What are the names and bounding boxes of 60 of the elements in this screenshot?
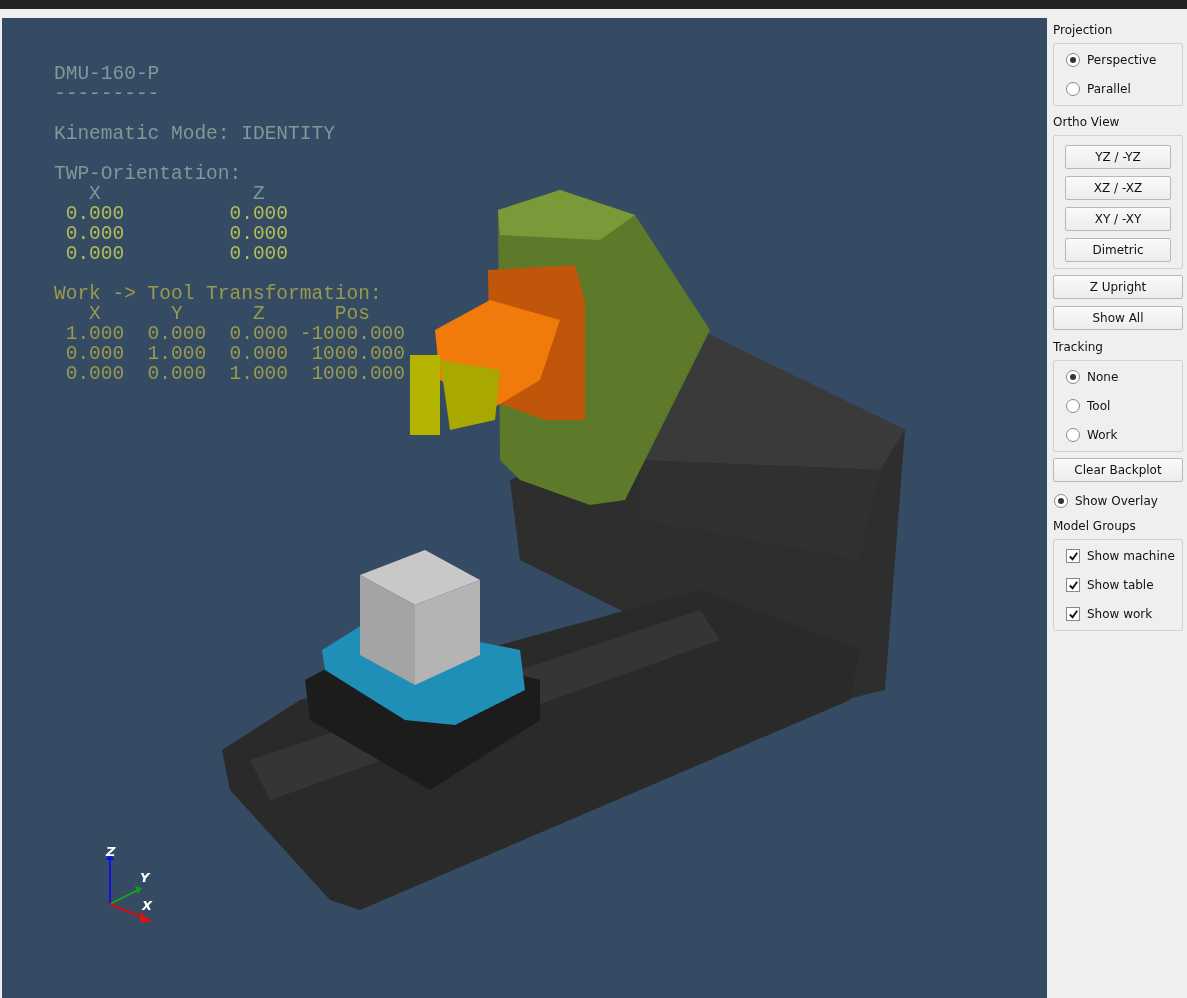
view-button[interactable]: YZ / -YZ [1065, 145, 1171, 169]
matrix-value: 1.000 [64, 324, 125, 344]
radio-icon[interactable] [1066, 370, 1080, 384]
radio-option[interactable]: Parallel [1066, 79, 1182, 99]
group-title: Model Groups [1053, 518, 1137, 535]
matrix-value: 0.000 [228, 224, 288, 244]
section-heading: Work -> Tool Transformation: [54, 284, 382, 304]
column-heading: Y [170, 304, 184, 324]
section-heading: TWP-Orientation: [54, 164, 242, 184]
view-button[interactable]: XY / -XY [1065, 207, 1171, 231]
matrix-value: 1.000 [228, 364, 288, 384]
checkbox-option[interactable]: Show machine [1066, 546, 1182, 566]
view-button[interactable]: XZ / -XZ [1065, 176, 1171, 200]
column-heading: X [88, 304, 102, 324]
separator-text: --------- [54, 84, 160, 104]
panel-button[interactable]: Z Upright [1053, 275, 1183, 299]
group-title: Ortho View [1053, 114, 1121, 131]
view-button[interactable]: Dimetric [1065, 238, 1171, 262]
3d-viewport[interactable] [2, 18, 1047, 998]
kinematic-mode-text: Kinematic Mode: IDENTITY [54, 124, 335, 144]
machine-name: DMU-160-P [54, 64, 160, 84]
checkbox-icon[interactable] [1066, 578, 1080, 592]
radio-icon[interactable] [1066, 399, 1080, 413]
matrix-value: 1000.000 [310, 344, 406, 364]
checkbox-option[interactable]: Show table [1066, 575, 1182, 595]
matrix-value: 0.000 [228, 204, 288, 224]
matrix-value: 0.000 [64, 204, 125, 224]
radio-icon[interactable] [1066, 82, 1080, 96]
panel-button[interactable]: Show All [1053, 306, 1183, 330]
radio-option[interactable]: Tool [1066, 396, 1182, 416]
matrix-value: 1000.000 [310, 364, 406, 384]
matrix-value: -1000.000 [298, 324, 406, 344]
checkbox-option[interactable]: Show work [1066, 604, 1182, 624]
matrix-value: 0.000 [228, 344, 288, 364]
radio-icon[interactable] [1066, 428, 1080, 442]
radio-icon[interactable] [1054, 494, 1068, 508]
column-heading: Z [251, 304, 266, 324]
matrix-value: 0.000 [228, 244, 288, 264]
checkbox-icon[interactable] [1066, 549, 1080, 563]
radio-icon[interactable] [1066, 53, 1080, 67]
group-title: Tracking [1053, 339, 1104, 356]
matrix-value: 0.000 [64, 364, 125, 384]
matrix-value: 0.000 [64, 244, 125, 264]
checkbox-icon[interactable] [1066, 607, 1080, 621]
radio-option[interactable]: Work [1066, 425, 1182, 445]
matrix-value: 0.000 [64, 224, 125, 244]
column-heading: X [88, 184, 102, 204]
matrix-value: 0.000 [228, 324, 288, 344]
matrix-value: 0.000 [146, 324, 207, 344]
axis-triad-drawing: Z Y X [102, 844, 162, 924]
group-title: Projection [1053, 22, 1114, 39]
matrix-value: 0.000 [64, 344, 125, 364]
radio-option[interactable]: None [1066, 367, 1182, 387]
matrix-value: 0.000 [146, 364, 207, 384]
column-heading: Pos [333, 304, 371, 324]
radio-option[interactable]: Perspective [1066, 50, 1182, 70]
column-heading: Z [251, 184, 266, 204]
matrix-value: 1.000 [146, 344, 207, 364]
overlay-option[interactable]: Show Overlay [1053, 491, 1183, 511]
panel-button[interactable]: Clear Backplot [1053, 458, 1183, 482]
